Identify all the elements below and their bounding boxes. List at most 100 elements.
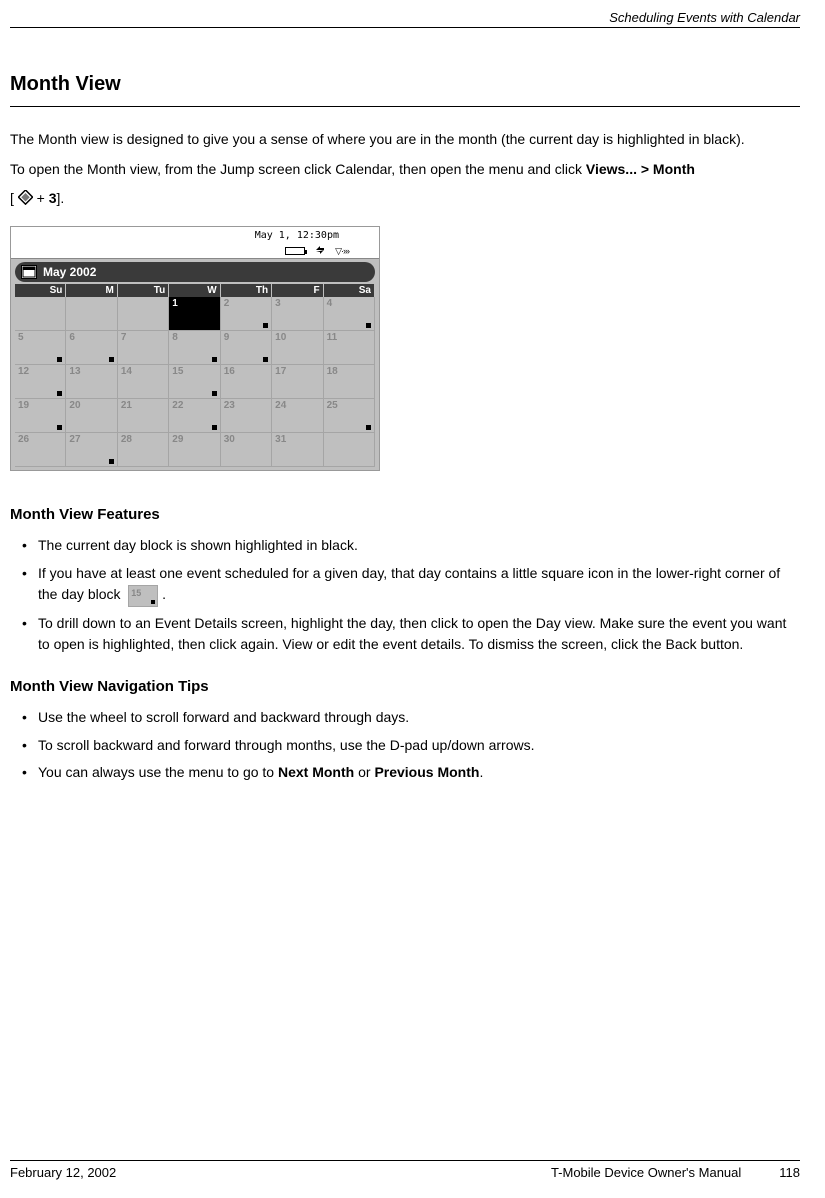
day-number: 11: [327, 332, 338, 343]
event-indicator-icon: [366, 323, 371, 328]
day-number: 26: [18, 434, 29, 445]
day-number: 17: [275, 366, 286, 377]
calendar-day-cell: 24: [272, 399, 323, 433]
section-header: Scheduling Events with Calendar: [10, 10, 800, 28]
day-number: 4: [327, 298, 333, 309]
event-indicator-icon: [212, 357, 217, 362]
day-number: 20: [69, 400, 80, 411]
event-indicator-icon: [57, 391, 62, 396]
calendar-day-cell: [66, 297, 117, 331]
day-number: 19: [18, 400, 29, 411]
day-number: 15: [172, 366, 183, 377]
calendar-day-cell: 12: [15, 365, 66, 399]
tip-text: You can always use the menu to go to: [38, 764, 278, 780]
calendar-day-cell: 2: [221, 297, 272, 331]
calendar-day-cell: 3: [272, 297, 323, 331]
day-number: 28: [121, 434, 132, 445]
shortcut-key: 3: [49, 190, 57, 206]
event-indicator-icon: [263, 357, 268, 362]
page-footer: February 12, 2002 T-Mobile Device Owner'…: [10, 1160, 800, 1180]
tip-item: Use the wheel to scroll forward and back…: [38, 707, 800, 729]
day-number: 25: [327, 400, 338, 411]
event-dot-icon: [151, 600, 155, 604]
month-view-screenshot: May 1, 12:30pm ▽·››› May 2002 SuMTuWThFS…: [10, 226, 380, 471]
calendar-day-cell: 22: [169, 399, 220, 433]
calendar-day-header: F: [272, 284, 323, 297]
calendar-day-cell: 9: [221, 331, 272, 365]
feature-item: The current day block is shown highlight…: [38, 535, 800, 557]
calendar-day-cell: 11: [324, 331, 375, 365]
event-indicator-icon: [212, 425, 217, 430]
battery-icon: [285, 247, 305, 255]
bracket-close: ].: [57, 190, 65, 206]
features-heading: Month View Features: [10, 506, 800, 523]
page-title: Month View: [10, 73, 800, 107]
tip-item: To scroll backward and forward through m…: [38, 735, 800, 757]
calendar-day-cell: 10: [272, 331, 323, 365]
calendar-grid: 1234567891011121314151617181920212223242…: [15, 297, 375, 467]
calendar-day-cell: 1: [169, 297, 220, 331]
calendar-day-header: W: [169, 284, 220, 297]
day-number: 30: [224, 434, 235, 445]
event-indicator-icon: [57, 425, 62, 430]
day-number: 24: [275, 400, 286, 411]
menu-key-icon: [18, 190, 33, 208]
tip-item: You can always use the menu to go to Nex…: [38, 762, 800, 784]
calendar-day-cell: 16: [221, 365, 272, 399]
day-number: 8: [172, 332, 178, 343]
day-number: 1: [172, 298, 178, 309]
day-number: 18: [327, 366, 338, 377]
day-number: 21: [121, 400, 132, 411]
calendar-day-cell: 7: [118, 331, 169, 365]
calendar-day-cell: 17: [272, 365, 323, 399]
menu-path: Views... > Month: [586, 161, 695, 177]
event-indicator-icon: [109, 357, 114, 362]
calendar-day-cell: 28: [118, 433, 169, 467]
calendar-day-cell: 19: [15, 399, 66, 433]
day-number: 16: [224, 366, 235, 377]
event-indicator-icon: [212, 391, 217, 396]
calendar-day-cell: 20: [66, 399, 117, 433]
day-number: 10: [275, 332, 286, 343]
calendar-day-cell: 6: [66, 331, 117, 365]
day-number: 5: [18, 332, 24, 343]
calendar-day-cell: 29: [169, 433, 220, 467]
event-indicator-icon: [366, 425, 371, 430]
calendar-day-cell: [324, 433, 375, 467]
status-datetime: May 1, 12:30pm: [255, 230, 339, 241]
calendar-day-cell: 15: [169, 365, 220, 399]
day-number: 22: [172, 400, 183, 411]
day-number: 23: [224, 400, 235, 411]
calendar-day-header: Su: [15, 284, 66, 297]
calendar-day-header: Sa: [324, 284, 375, 297]
plus-text: +: [37, 190, 49, 206]
tips-heading: Month View Navigation Tips: [10, 678, 800, 695]
calendar-title-bar: May 2002: [15, 262, 375, 282]
calendar-day-header: Th: [221, 284, 272, 297]
calendar-app-icon: [21, 265, 37, 279]
calendar-day-header: M: [66, 284, 117, 297]
calendar-day-cell: 26: [15, 433, 66, 467]
day-number: 27: [69, 434, 80, 445]
day-number: 13: [69, 366, 80, 377]
calendar-day-cell: 31: [272, 433, 323, 467]
instruction-text: To open the Month view, from the Jump sc…: [10, 161, 586, 177]
day-number: 29: [172, 434, 183, 445]
day-number: 12: [18, 366, 29, 377]
day-number: 2: [224, 298, 230, 309]
calendar-day-cell: 21: [118, 399, 169, 433]
event-indicator-icon: [57, 357, 62, 362]
event-indicator-icon: [263, 323, 268, 328]
calendar-day-cell: 13: [66, 365, 117, 399]
calendar-day-cell: [15, 297, 66, 331]
footer-date: February 12, 2002: [10, 1165, 116, 1180]
calendar-day-cell: 18: [324, 365, 375, 399]
footer-page-number: 118: [779, 1165, 800, 1180]
signal-icon: ▽·›››: [335, 246, 349, 257]
day-number: 14: [121, 366, 132, 377]
bracket-open: [: [10, 190, 14, 206]
feature-item: To drill down to an Event Details screen…: [38, 613, 800, 656]
day-number: 3: [275, 298, 281, 309]
day-block-example-icon: 15: [128, 585, 158, 607]
calendar-day-cell: 4: [324, 297, 375, 331]
